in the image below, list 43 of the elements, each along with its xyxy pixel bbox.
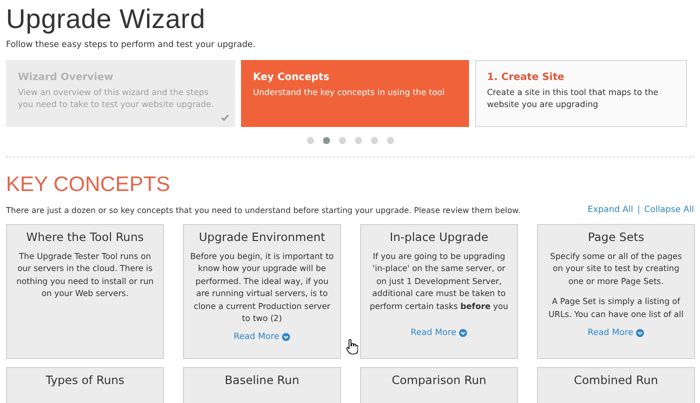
- concept-title: Where the Tool Runs: [26, 230, 144, 244]
- read-more-link[interactable]: Read More: [234, 332, 290, 342]
- pager-dot[interactable]: [386, 137, 394, 144]
- expand-all-link[interactable]: Expand All: [588, 205, 634, 215]
- concept-title: Comparison Run: [392, 373, 486, 387]
- concept-title: In-place Upgrade: [390, 230, 488, 244]
- hand-cursor-icon: [346, 339, 358, 355]
- step-description: Create a site in this tool that maps to the website you are upgrading: [487, 86, 660, 110]
- step-title: Key Concepts: [253, 72, 330, 83]
- link-separator: |: [637, 205, 640, 215]
- wizard-step[interactable]: Wizard Overview View an overview of this wizard and the steps you need to take to test your website upgrade.: [6, 60, 235, 127]
- page-subtitle: Follow these easy steps to perform and test your upgrade.: [6, 40, 256, 50]
- collapse-all-link[interactable]: Collapse All: [644, 205, 694, 215]
- pager-dot[interactable]: [370, 137, 378, 144]
- section-intro: There are just a dozen or so key concepts that you need to understand before starting your upgrade. Please review them below.: [6, 206, 520, 214]
- chevron-down-icon: [459, 329, 468, 337]
- step-description: Understand the key concepts in using the tool: [253, 86, 446, 98]
- concept-title: Types of Runs: [46, 373, 124, 387]
- concept-text: A Page Set is simply a listing of URLs. You can have one list of all: [548, 295, 684, 320]
- concept-text: Before you begin, it is important to know how your upgrade will be performed. The ideal way, if you are running virtual servers, is to clone a current Production server to two (2): [190, 250, 334, 324]
- concept-title: Baseline Run: [224, 373, 300, 387]
- concept-title: Page Sets: [588, 230, 644, 244]
- step-title: 1. Create Site: [487, 72, 566, 83]
- chevron-down-icon: [636, 329, 644, 338]
- concept-text: The Upgrade Tester Tool runs on our servers in the cloud. There is nothing you need to install or run on your Web servers.: [15, 250, 155, 300]
- pager-dot[interactable]: [354, 137, 362, 144]
- pager-dot[interactable]: [338, 137, 346, 144]
- wizard-step[interactable]: Key Concepts Understand the key concepts in using the tool: [241, 60, 469, 127]
- concept-text: If you are going to be upgrading 'in-place' on the same server, or on just 1 Development Server, additional care must be taken to perform certain tasks before you: [368, 250, 510, 312]
- read-more-link[interactable]: Read More: [588, 328, 644, 338]
- concept-text: Specify some or all of the pages on your site to test by creating one or more Page Sets.: [549, 250, 683, 288]
- page-title: Upgrade Wizard: [6, 4, 206, 35]
- concept-title: Upgrade Environment: [198, 230, 326, 244]
- chevron-down-icon: [282, 333, 290, 342]
- read-more-link[interactable]: Read More: [410, 328, 468, 338]
- pager-dot[interactable]: [322, 137, 330, 144]
- check-icon: [221, 114, 229, 121]
- section-heading: KEY CONCEPTS: [6, 173, 172, 197]
- concept-title: Combined Run: [574, 373, 658, 387]
- step-description: View an overview of this wizard and the steps you need to take to test your website upgrade.: [18, 86, 215, 110]
- step-title: Wizard Overview: [18, 72, 114, 83]
- wizard-step[interactable]: 1. Create Site Create a site in this tool that maps to the website you are upgrading: [475, 60, 687, 127]
- pager-dot[interactable]: [306, 137, 314, 144]
